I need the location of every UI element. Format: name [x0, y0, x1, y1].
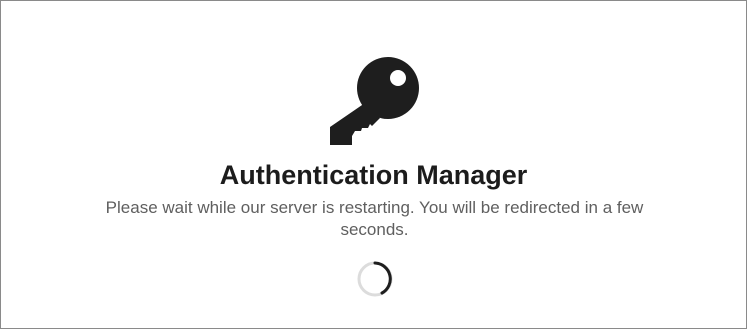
page-title: Authentication Manager	[219, 160, 528, 190]
status-message: Please wait while our server is restarti…	[105, 198, 644, 239]
auth-manager-window: Authentication Manager Please wait while…	[0, 0, 747, 329]
loading-spinner	[356, 260, 394, 298]
key-icon	[328, 56, 422, 148]
